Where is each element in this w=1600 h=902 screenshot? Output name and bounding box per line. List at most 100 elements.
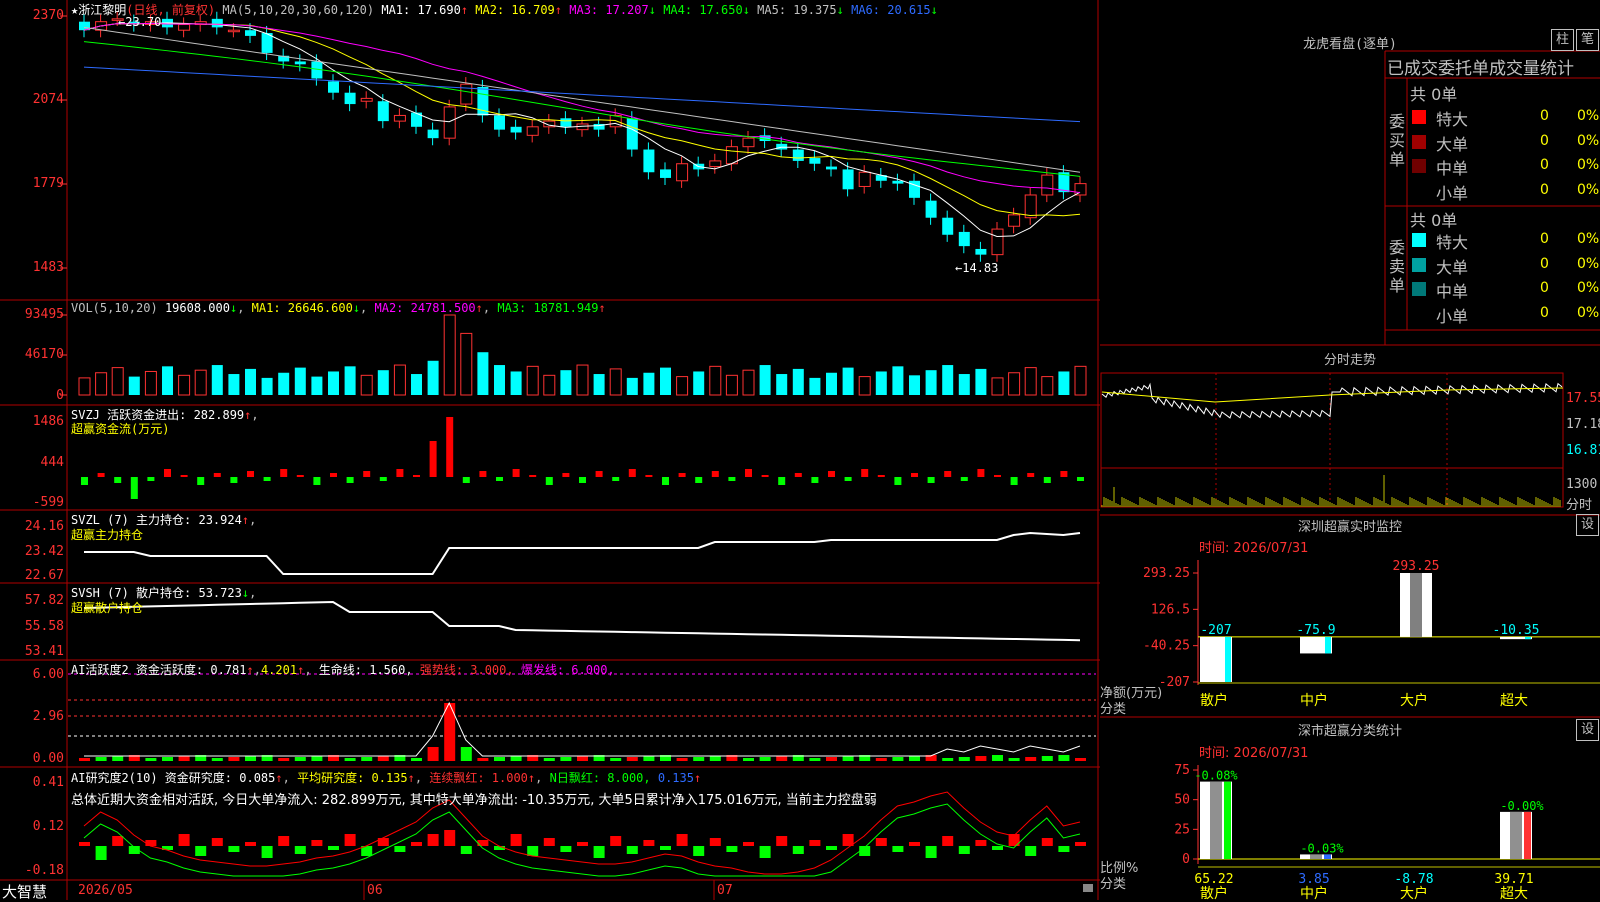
ai2-ndays: N日飘红: 8.000, <box>549 771 651 785</box>
candle-body <box>809 158 821 164</box>
svzj-axis-label: -599 <box>32 495 64 510</box>
activity-bar <box>709 756 721 761</box>
fund-flow-bar <box>197 477 205 485</box>
volume-bar <box>792 368 804 395</box>
volume-bar <box>311 376 323 395</box>
fund-flow-bar <box>81 477 88 485</box>
volume-bar <box>809 377 821 395</box>
research-bar <box>909 842 920 846</box>
ai1-burstline: 爆发线: 6.000, <box>520 663 615 677</box>
intraday-axis-label: 17.55 <box>1566 391 1600 406</box>
ma-line <box>83 26 1081 173</box>
research-bar <box>510 834 522 846</box>
lock-icon[interactable] <box>1083 884 1093 892</box>
activity-bar <box>577 756 588 761</box>
volume-bar <box>609 368 622 396</box>
research-bar <box>344 834 356 846</box>
column-toggle-button[interactable]: 柱 <box>1551 29 1574 51</box>
research-bar <box>460 846 472 854</box>
legend-swatch <box>1412 110 1426 124</box>
research-bar <box>709 838 721 846</box>
fund-flow-bar <box>180 475 188 477</box>
candle-body <box>1074 183 1087 196</box>
volume-bar <box>1008 372 1021 396</box>
order-stat-tabs[interactable]: 已成交委托单成交量统计 <box>1387 54 1574 79</box>
fund-flow-bar <box>346 477 354 483</box>
classify-bar <box>1500 811 1532 859</box>
candle-body <box>328 81 339 93</box>
fund-flow-bar <box>363 471 371 477</box>
classify-axis-label: 50 <box>1174 793 1190 808</box>
monitor-bar <box>1300 636 1332 654</box>
activity-bar <box>162 757 173 761</box>
volume-bar <box>494 365 505 395</box>
volume-bar <box>427 360 439 395</box>
ma6-value: MA6: 20.615 <box>851 3 931 17</box>
up-arrow-icon: ↑ <box>246 663 254 677</box>
fund-flow-bar <box>247 471 254 477</box>
order-percent: 0% <box>1577 108 1600 124</box>
classify-axis-label: 75 <box>1174 763 1190 778</box>
up-arrow-icon: ↑ <box>598 301 606 315</box>
monitor-settings-button[interactable]: 设 <box>1576 514 1599 536</box>
intraday-chart[interactable] <box>1100 370 1600 515</box>
activity-bar <box>178 756 190 761</box>
monitor-bar <box>1400 573 1432 637</box>
fund-flow-bar <box>413 475 420 477</box>
activity-bar <box>626 757 638 761</box>
research-bar <box>577 842 588 846</box>
svzl-subtitle: 超赢主力持仓 <box>71 528 144 542</box>
research-bar <box>842 834 854 846</box>
volume-bar <box>211 365 223 395</box>
order-size-label: 特大 <box>1436 233 1469 252</box>
order-count: 0 <box>1540 181 1549 198</box>
low-price-label: ←14.83 <box>955 261 999 275</box>
volume-bar <box>991 377 1004 396</box>
activity-bar <box>1008 758 1020 761</box>
candle-body <box>742 137 755 148</box>
volume-bar <box>261 377 273 395</box>
fund-flow-bar <box>1060 471 1068 477</box>
order-count: 0 <box>1540 255 1549 272</box>
order-size-label: 大单 <box>1436 257 1469 277</box>
candle-body <box>958 231 970 247</box>
volume-bar <box>958 374 970 395</box>
volume-bar <box>543 374 556 396</box>
ma4-value: MA4: 17.650 <box>663 3 743 17</box>
classify-settings-button[interactable]: 设 <box>1576 719 1599 741</box>
activity-bar <box>510 756 522 761</box>
activity-bar <box>145 758 157 761</box>
fund-flow-bar <box>562 473 570 477</box>
research-bar <box>776 836 788 846</box>
research-bar <box>826 846 837 850</box>
volume-bar <box>393 364 406 396</box>
volume-bar <box>942 365 954 395</box>
volume-bar <box>643 372 655 395</box>
volume-bar <box>1074 365 1087 396</box>
legend-swatch <box>1412 159 1426 173</box>
candle-body <box>227 29 240 33</box>
fund-flow-bar <box>263 477 271 481</box>
order-percent: 0% <box>1577 181 1600 198</box>
order-size-label: 中单 <box>1436 282 1469 301</box>
candle-body <box>510 126 522 133</box>
monitor-category-label: 超大 <box>1500 693 1528 709</box>
activity-bar <box>909 756 920 761</box>
kline-chart-area[interactable] <box>0 0 1100 900</box>
classify-bar-stripe <box>1224 781 1231 859</box>
activity-bar <box>1058 755 1070 761</box>
monitor-axis-label: -40.25 <box>1143 639 1190 654</box>
monitor-axis-label: 293.25 <box>1143 566 1190 581</box>
intraday-axis-label: 分时 <box>1566 498 1593 513</box>
ai1-title: AI活跃度2 资金活跃度: 0.781 <box>71 663 247 677</box>
fund-flow-bar <box>1077 477 1084 481</box>
classify-bar-stripe <box>1524 811 1531 859</box>
intraday-axis-label: 17.18 <box>1566 417 1600 432</box>
pen-toggle-button[interactable]: 笔 <box>1576 29 1599 51</box>
volume-bar <box>709 365 722 396</box>
intraday-title: 分时走势 <box>1323 353 1376 368</box>
fund-flow-bar <box>662 477 669 485</box>
activity-bar <box>975 756 987 761</box>
activity-bar <box>228 757 240 761</box>
order-count: 0 <box>1540 304 1549 321</box>
